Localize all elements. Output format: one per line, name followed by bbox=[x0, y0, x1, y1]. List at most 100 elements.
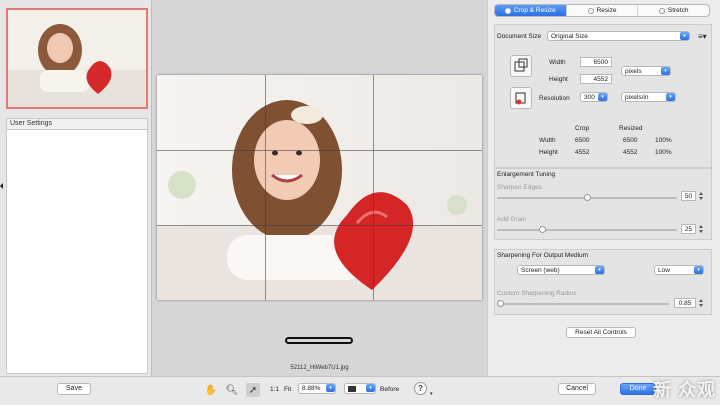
sharpening-radius-field[interactable]: 0.85 bbox=[674, 298, 696, 308]
document-size-section: Document Size Original Size ▾ ≡▾ Width 6… bbox=[494, 24, 712, 168]
tab-label: Resize bbox=[596, 7, 617, 14]
preview-canvas[interactable]: 52112_HiWeb7U1.jpg bbox=[152, 0, 487, 376]
select-tool-icon[interactable]: ➚ bbox=[246, 383, 260, 397]
table-cell-resized: 6500 bbox=[623, 137, 638, 144]
sharpening-radius-slider[interactable] bbox=[497, 300, 669, 307]
view-mode-select[interactable]: ▾ bbox=[344, 383, 376, 394]
table-row-label: Height bbox=[539, 149, 558, 156]
crop-grid-line bbox=[373, 75, 374, 300]
slider-thumb[interactable] bbox=[538, 226, 546, 233]
radius-stepper[interactable] bbox=[699, 298, 704, 308]
table-cell-percent: 100% bbox=[655, 137, 672, 144]
save-button[interactable]: Save bbox=[57, 383, 91, 395]
tab-radio-icon bbox=[587, 7, 594, 14]
grain-stepper[interactable] bbox=[699, 224, 704, 234]
sharpening-radius-label: Custom Sharpening Radius bbox=[497, 290, 577, 297]
crop-column-header: Crop bbox=[575, 125, 590, 132]
collapse-arrow-icon[interactable] bbox=[0, 183, 3, 189]
split-view-icon bbox=[348, 386, 356, 392]
sharpening-level-value: Low bbox=[658, 267, 670, 274]
done-button[interactable]: Done bbox=[620, 383, 656, 395]
chevron-down-icon: ▾ bbox=[694, 266, 703, 274]
filename-label: 52112_HiWeb7U1.jpg bbox=[290, 365, 349, 371]
width-label: Width bbox=[549, 59, 566, 66]
help-dropdown-icon[interactable]: ▾ bbox=[430, 391, 433, 397]
chevron-down-icon: ▾ bbox=[326, 384, 335, 392]
menu-icon[interactable]: ≡▾ bbox=[698, 32, 707, 41]
sharpen-edges-field[interactable]: 50 bbox=[681, 191, 696, 201]
enlargement-title: Enlargement Tuning bbox=[497, 171, 556, 178]
crop-grid-line bbox=[265, 75, 266, 300]
chevron-down-icon: ▾ bbox=[595, 266, 604, 274]
sharpening-level-select[interactable]: Low ▾ bbox=[654, 265, 704, 275]
settings-panel: Crop & Resize Resize Stretch Document Si… bbox=[487, 0, 720, 376]
zoom-tool-icon[interactable]: 🔍︎ bbox=[225, 383, 239, 397]
chevron-down-icon: ▾ bbox=[680, 32, 689, 40]
slider-thumb[interactable] bbox=[583, 194, 591, 201]
add-grain-label: Add Grain bbox=[497, 216, 527, 223]
document-size-value: Original Size bbox=[551, 33, 588, 40]
reset-all-controls-button[interactable]: Reset All Controls bbox=[566, 327, 636, 338]
tab-radio-icon bbox=[504, 7, 511, 14]
tab-label: Stretch bbox=[667, 7, 689, 14]
enlargement-tuning-section: Enlargement Tuning Sharpen Edges 50 Add … bbox=[494, 168, 712, 240]
horizontal-scroll-handle[interactable] bbox=[285, 337, 353, 344]
tab-crop-resize[interactable]: Crop & Resize bbox=[495, 5, 567, 16]
zoom-1to1-button[interactable]: 1:1 bbox=[270, 386, 279, 393]
zoom-value: 8.88% bbox=[302, 385, 321, 392]
height-field[interactable]: 4552 bbox=[580, 74, 612, 84]
width-field[interactable]: 6500 bbox=[580, 57, 612, 67]
resized-column-header: Resized bbox=[619, 125, 643, 132]
units-select[interactable]: pixels ▾ bbox=[621, 66, 671, 76]
table-cell-percent: 100% bbox=[655, 149, 672, 156]
tab-label: Crop & Resize bbox=[513, 7, 556, 14]
table-cell-crop: 4552 bbox=[575, 149, 590, 156]
sharpen-edges-slider[interactable] bbox=[497, 194, 677, 201]
sharpen-edges-label: Sharpen Edges bbox=[497, 184, 542, 191]
add-grain-field[interactable]: 25 bbox=[681, 224, 696, 234]
zoom-select[interactable]: 8.88% ▾ bbox=[298, 383, 336, 394]
resolution-select[interactable]: 300 ▾ bbox=[580, 92, 608, 102]
preview-photo bbox=[157, 75, 482, 300]
resolution-label: Resolution bbox=[539, 95, 570, 102]
thumbnail-image bbox=[8, 10, 146, 107]
slider-thumb[interactable] bbox=[497, 300, 504, 307]
output-medium-value: Screen (web) bbox=[521, 267, 560, 274]
mode-tabs: Crop & Resize Resize Stretch bbox=[494, 4, 710, 17]
resolution-value: 300 bbox=[584, 94, 595, 101]
watermark-logo: 新 众观 bbox=[652, 380, 716, 400]
table-cell-crop: 6500 bbox=[575, 137, 590, 144]
tab-resize[interactable]: Resize bbox=[567, 5, 639, 16]
resolution-icon[interactable] bbox=[510, 87, 532, 109]
table-cell-resized: 4552 bbox=[623, 149, 638, 156]
user-settings-title: User Settings bbox=[7, 119, 147, 130]
preview-image[interactable] bbox=[157, 75, 482, 300]
output-sharpening-title: Sharpening For Output Medium bbox=[497, 252, 589, 259]
table-row-label: Width bbox=[539, 137, 556, 144]
crop-grid-line bbox=[157, 150, 482, 151]
units-value: pixels bbox=[625, 68, 642, 75]
resolution-units-select[interactable]: pixels/in ▾ bbox=[621, 92, 676, 102]
help-icon[interactable]: ? bbox=[414, 382, 427, 395]
add-grain-slider[interactable] bbox=[497, 226, 677, 233]
before-label[interactable]: Before bbox=[380, 386, 399, 393]
document-size-label: Document Size bbox=[497, 33, 542, 40]
resolution-units-value: pixels/in bbox=[625, 94, 649, 101]
cancel-button[interactable]: Cancel bbox=[558, 383, 596, 395]
chevron-down-icon: ▾ bbox=[366, 384, 375, 392]
chevron-down-icon: ▾ bbox=[598, 93, 607, 101]
crop-rotate-icon[interactable] bbox=[510, 55, 532, 77]
tab-radio-icon bbox=[658, 7, 665, 14]
bottom-toolbar: Save ✋ 🔍︎ ➚ 1:1 Fit 8.88% ▾ ▾ Before ? ▾… bbox=[0, 376, 720, 405]
output-medium-select[interactable]: Screen (web) ▾ bbox=[517, 265, 605, 275]
sharpen-stepper[interactable] bbox=[699, 191, 704, 201]
output-sharpening-section: Sharpening For Output Medium Screen (web… bbox=[494, 249, 712, 315]
chevron-down-icon: ▾ bbox=[666, 93, 675, 101]
tab-stretch[interactable]: Stretch bbox=[638, 5, 709, 16]
fit-button[interactable]: Fit bbox=[284, 386, 291, 393]
document-size-select[interactable]: Original Size ▾ bbox=[547, 31, 690, 41]
user-settings-panel[interactable]: User Settings bbox=[6, 118, 148, 374]
navigator-thumbnail[interactable] bbox=[6, 8, 148, 109]
hand-tool-icon[interactable]: ✋ bbox=[204, 383, 218, 397]
crop-grid-line bbox=[157, 225, 482, 226]
